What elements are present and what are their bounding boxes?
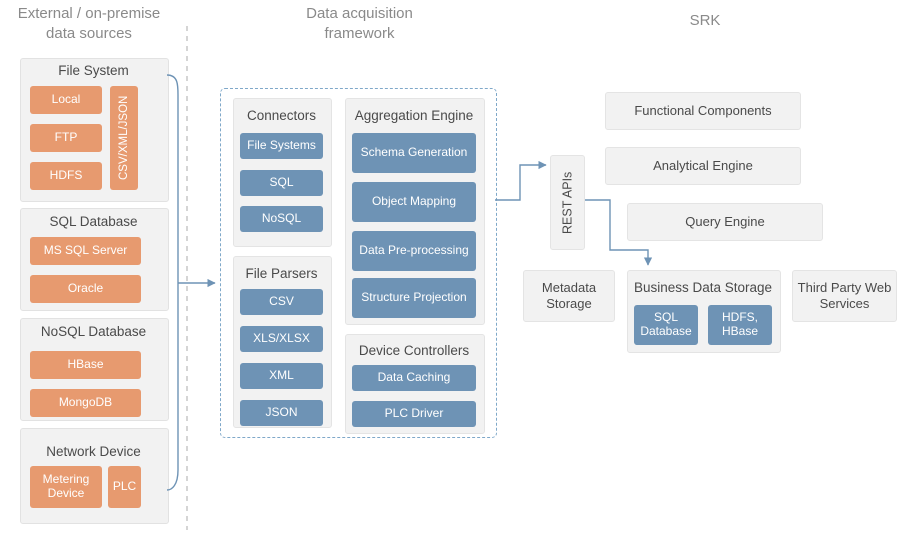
device-plc-driver[interactable]: PLC Driver — [352, 401, 476, 427]
parser-xml[interactable]: XML — [240, 363, 323, 389]
panel-business-data-storage-title: Business Data Storage — [633, 280, 773, 295]
aggregation-structure-projection[interactable]: Structure Projection — [352, 278, 476, 318]
group-file-system-label: File System — [58, 63, 129, 78]
device-data-caching[interactable]: Data Caching — [352, 365, 476, 391]
column-title-middle-line1: Data acquisition — [306, 5, 413, 22]
column-title-left: External / on-premise data sources — [4, 4, 174, 45]
column-title-middle: Data acquisition framework — [272, 4, 447, 45]
column-title-right: SRK — [689, 12, 721, 29]
query-engine: Query Engine — [627, 203, 823, 241]
source-ms-sql-server[interactable]: MS SQL Server — [30, 237, 141, 265]
rest-apis-bar: REST APIs — [550, 155, 585, 250]
source-mongodb[interactable]: MongoDB — [30, 389, 141, 417]
column-title-middle-line2: framework — [324, 25, 395, 43]
aggregation-data-pre-processing[interactable]: Data Pre-processing — [352, 231, 476, 271]
storage-hdfs-hbase[interactable]: HDFS, HBase — [708, 305, 772, 345]
storage-sql-database[interactable]: SQL Database — [634, 305, 698, 345]
metadata-storage: Metadata Storage — [523, 270, 615, 322]
third-party-web-services: Third Party Web Services — [792, 270, 897, 322]
format-tag-csv-xml-json: CSV/XML/JSON — [110, 86, 138, 190]
group-sql-database-label: SQL Database — [49, 214, 138, 229]
parser-xls-xlsx[interactable]: XLS/XLSX — [240, 326, 323, 352]
connector-file-systems[interactable]: File Systems — [240, 133, 323, 159]
source-plc[interactable]: PLC — [108, 466, 141, 508]
group-nosql-database-label: NoSQL Database — [40, 324, 147, 339]
panel-device-controllers-title: Device Controllers — [358, 343, 470, 358]
source-oracle[interactable]: Oracle — [30, 275, 141, 303]
connector-sql[interactable]: SQL — [240, 170, 323, 196]
aggregation-schema-generation[interactable]: Schema Generation — [352, 133, 476, 173]
group-network-device-label: Network Device — [46, 444, 141, 459]
analytical-engine: Analytical Engine — [605, 147, 801, 185]
aggregation-object-mapping[interactable]: Object Mapping — [352, 182, 476, 222]
parser-csv[interactable]: CSV — [240, 289, 323, 315]
parser-json[interactable]: JSON — [240, 400, 323, 426]
column-title-left-line2: data sources — [46, 25, 132, 43]
panel-connectors-title: Connectors — [246, 108, 317, 123]
source-local[interactable]: Local — [30, 86, 102, 114]
source-hbase[interactable]: HBase — [30, 351, 141, 379]
connector-nosql[interactable]: NoSQL — [240, 206, 323, 232]
source-metering-device[interactable]: Metering Device — [30, 466, 102, 508]
column-title-left-line1: External / on-premise — [17, 5, 161, 22]
panel-file-parsers-title: File Parsers — [245, 266, 318, 281]
diagram-canvas: External / on-premise data sources Data … — [0, 0, 900, 540]
source-ftp[interactable]: FTP — [30, 124, 102, 152]
functional-components: Functional Components — [605, 92, 801, 130]
source-hdfs[interactable]: HDFS — [30, 162, 102, 190]
panel-aggregation-engine-title: Aggregation Engine — [354, 108, 474, 123]
